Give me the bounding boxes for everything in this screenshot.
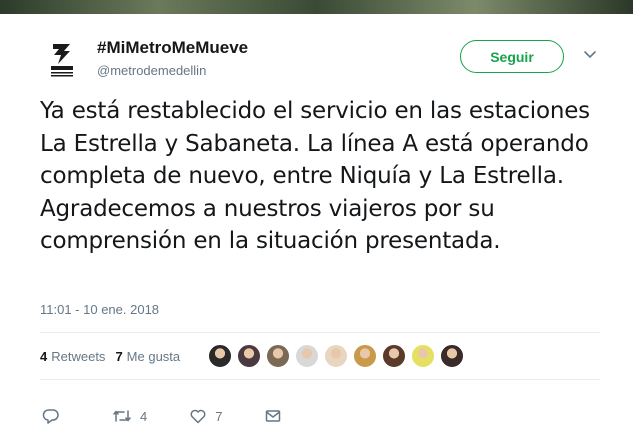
display-name[interactable]: #MiMetroMeMueve — [97, 38, 248, 58]
liker-avatar-4[interactable] — [295, 344, 319, 368]
like-button[interactable]: 7 — [189, 407, 222, 425]
retweet-count: 4 — [140, 408, 148, 424]
follow-button[interactable]: Seguir — [460, 40, 564, 73]
liker-avatar-7[interactable] — [382, 344, 406, 368]
liker-avatar-1[interactable] — [208, 344, 232, 368]
tweet-actions: 4 7 — [40, 406, 282, 426]
liker-avatar-8[interactable] — [411, 344, 435, 368]
tweet-text: Ya está restablecido el servicio en las … — [40, 98, 590, 254]
divider — [40, 332, 600, 333]
liker-avatar-9[interactable] — [440, 344, 464, 368]
liker-avatar-6[interactable] — [353, 344, 377, 368]
liker-avatar-3[interactable] — [266, 344, 290, 368]
tweet-stats: 4 Retweets 7 Me gusta — [40, 346, 190, 366]
retweets-stat[interactable]: 4 Retweets — [40, 349, 105, 364]
likes-stat[interactable]: 7 Me gusta — [115, 349, 180, 364]
retweet-button[interactable]: 4 — [112, 407, 147, 425]
metro-logo-avatar[interactable] — [50, 42, 74, 78]
user-handle[interactable]: @metrodemedellin — [97, 63, 206, 78]
like-count: 7 — [215, 408, 223, 424]
retweets-label: Retweets — [51, 348, 106, 364]
envelope-icon — [266, 410, 281, 422]
reply-button[interactable] — [42, 407, 60, 425]
liker-avatar-2[interactable] — [237, 344, 261, 368]
liker-avatar-5[interactable] — [324, 344, 348, 368]
heart-icon — [190, 409, 206, 424]
background-header-strip — [0, 0, 633, 14]
retweet-icon — [113, 410, 131, 422]
retweets-count: 4 — [40, 348, 48, 364]
tweet-timestamp[interactable]: 11:01 - 10 ene. 2018 — [40, 302, 159, 317]
likes-count: 7 — [115, 348, 123, 364]
divider — [40, 379, 600, 380]
direct-message-button[interactable] — [264, 407, 282, 425]
tweet-card: #MiMetroMeMueve @metrodemedellin Seguir … — [0, 14, 633, 443]
likes-label: Me gusta — [126, 348, 181, 364]
reply-icon — [42, 409, 59, 424]
chevron-down-icon[interactable] — [583, 50, 597, 60]
likers-avatar-list — [208, 344, 469, 368]
